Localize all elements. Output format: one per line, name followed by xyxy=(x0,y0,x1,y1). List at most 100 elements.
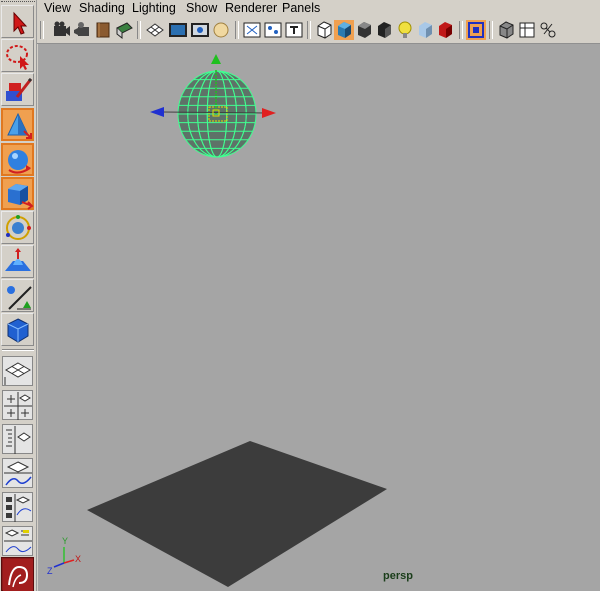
move-tool-button[interactable] xyxy=(1,108,34,141)
paint-select-icon xyxy=(6,77,33,101)
toolbar-separator xyxy=(235,21,239,39)
select-camera-button[interactable] xyxy=(51,20,71,40)
xray-icon xyxy=(499,21,514,39)
field-chart-button[interactable] xyxy=(242,20,262,40)
smooth-shade-button[interactable] xyxy=(334,20,354,40)
soft-mod-icon xyxy=(5,248,31,271)
perspective-viewport[interactable]: Y X Z persp xyxy=(38,44,600,591)
axis-triad: Y X Z xyxy=(47,536,81,576)
isolate-select-button[interactable] xyxy=(466,20,486,40)
film-gate-icon xyxy=(169,23,187,37)
film-gate-button[interactable] xyxy=(168,20,188,40)
move-tool-icon xyxy=(7,112,32,139)
camera-attributes-button[interactable] xyxy=(72,20,92,40)
menu-show[interactable]: Show xyxy=(186,1,217,15)
maya-logo-button[interactable] xyxy=(1,557,34,591)
perspective-panel: View Shading Lighting Show Renderer Pane… xyxy=(37,0,600,591)
viewport-canvas[interactable]: Y X Z xyxy=(38,44,600,591)
use-lights-icon xyxy=(398,21,412,38)
image-plane-icon xyxy=(116,22,133,40)
resolution-gate-button[interactable] xyxy=(190,20,210,40)
panel-toolbar xyxy=(37,18,600,44)
show-manipulator-button[interactable] xyxy=(1,279,34,312)
single-perspective-layout-button[interactable] xyxy=(2,356,33,386)
menu-lighting[interactable]: Lighting xyxy=(132,1,176,15)
scale-tool-icon xyxy=(8,184,34,210)
menu-panels[interactable]: Panels xyxy=(282,1,320,15)
plane-object[interactable] xyxy=(87,441,387,587)
select-tool-button[interactable] xyxy=(1,5,34,38)
grid-toggle-button[interactable] xyxy=(145,20,165,40)
flat-shade-icon xyxy=(378,22,391,38)
panel-menubar: View Shading Lighting Show Renderer Pane… xyxy=(37,0,600,18)
perspective-graph-layout-button[interactable] xyxy=(2,458,33,488)
toolbar-separator xyxy=(489,21,493,39)
bookmark-icon xyxy=(96,22,110,38)
toolbar-separator xyxy=(459,21,463,39)
toolbar-separator xyxy=(40,21,44,39)
shadows-icon xyxy=(439,22,452,38)
last-tool-icon xyxy=(7,318,29,343)
shadows-button[interactable] xyxy=(435,20,455,40)
image-plane-button[interactable] xyxy=(114,20,134,40)
gate-mask-icon xyxy=(213,22,229,38)
perspective-graph-outliner-layout-button[interactable] xyxy=(2,526,33,556)
xray-components-button[interactable] xyxy=(538,20,558,40)
select-arrow-icon xyxy=(13,11,28,35)
perspective-graph-layout-icon xyxy=(4,461,32,486)
toolbox-separator xyxy=(2,349,34,351)
last-tool-button[interactable] xyxy=(1,313,34,346)
four-view-layout-button[interactable] xyxy=(2,390,33,420)
universal-manipulator-button[interactable] xyxy=(1,211,34,244)
z-axis-handle[interactable] xyxy=(150,107,164,117)
safe-title-button[interactable] xyxy=(284,20,304,40)
bookmark-button[interactable] xyxy=(93,20,113,40)
menu-shading[interactable]: Shading xyxy=(79,1,125,15)
soft-mod-button[interactable] xyxy=(1,245,34,278)
menu-view[interactable]: View xyxy=(44,1,71,15)
lasso-tool-button[interactable] xyxy=(1,39,34,72)
menu-renderer[interactable]: Renderer xyxy=(225,1,277,15)
y-axis-handle[interactable] xyxy=(211,54,221,64)
paint-select-button[interactable] xyxy=(1,73,34,106)
select-camera-icon xyxy=(54,21,70,36)
rotate-tool-icon xyxy=(8,150,31,174)
scale-tool-button[interactable] xyxy=(1,177,34,210)
textures-button[interactable] xyxy=(415,20,435,40)
toolbox xyxy=(0,0,37,591)
smooth-shade-wire-icon xyxy=(358,22,371,38)
axis-y-label: Y xyxy=(62,536,68,546)
axis-z-label: Z xyxy=(47,566,53,576)
xray-button[interactable] xyxy=(496,20,516,40)
safe-title-icon xyxy=(285,22,303,38)
wireframe-icon xyxy=(317,21,332,39)
resolution-gate-icon xyxy=(191,23,209,37)
hypershade-perspective-layout-button[interactable] xyxy=(2,492,33,522)
flat-shade-button[interactable] xyxy=(374,20,394,40)
four-view-layout-icon xyxy=(4,392,32,420)
field-chart-icon xyxy=(243,22,261,38)
safe-action-button[interactable] xyxy=(263,20,283,40)
universal-manipulator-icon xyxy=(6,215,31,240)
sphere-object[interactable] xyxy=(177,70,257,158)
use-lights-button[interactable] xyxy=(395,20,415,40)
outliner-perspective-layout-icon xyxy=(6,426,31,454)
wireframe-button[interactable] xyxy=(314,20,334,40)
perspective-graph-outliner-layout-icon xyxy=(4,529,32,553)
outliner-perspective-layout-button[interactable] xyxy=(2,424,33,454)
maya-logo-icon xyxy=(3,559,33,591)
gate-mask-button[interactable] xyxy=(211,20,231,40)
grid-toggle-icon xyxy=(146,23,164,37)
lasso-icon xyxy=(6,45,29,70)
smooth-shade-icon xyxy=(338,22,351,38)
textures-icon xyxy=(419,22,432,38)
xray-components-icon xyxy=(540,22,556,38)
isolate-select-icon xyxy=(468,22,484,38)
axis-x-label: X xyxy=(75,554,81,564)
xray-joints-button[interactable] xyxy=(517,20,537,40)
rotate-tool-button[interactable] xyxy=(1,143,34,176)
single-perspective-layout-icon xyxy=(4,362,31,385)
show-manipulator-icon xyxy=(7,286,32,310)
x-axis-handle[interactable] xyxy=(262,108,276,118)
smooth-shade-wire-button[interactable] xyxy=(354,20,374,40)
